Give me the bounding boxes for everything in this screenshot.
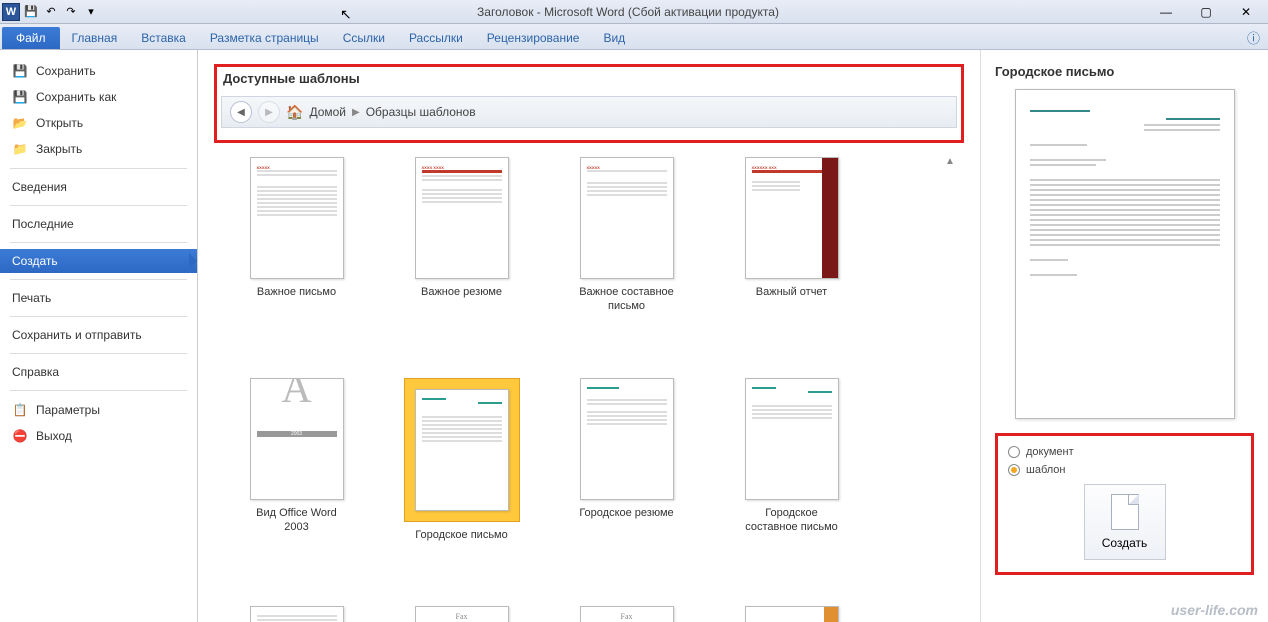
- folder-open-icon: 📂: [12, 115, 28, 131]
- template-item[interactable]: Городское резюме: [574, 378, 679, 542]
- template-preview: [1015, 89, 1235, 419]
- minimize-button[interactable]: —: [1156, 3, 1176, 21]
- radio-icon: [1008, 464, 1020, 476]
- help-icon[interactable]: ⓘ: [1247, 28, 1260, 47]
- sidebar-save-as[interactable]: 💾 Сохранить как: [0, 84, 197, 110]
- sidebar-label: Сведения: [12, 180, 67, 194]
- file-tab[interactable]: Файл: [2, 27, 60, 49]
- radio-label: шаблон: [1026, 464, 1065, 476]
- sidebar-label: Закрыть: [36, 142, 82, 156]
- ribbon-tab-layout[interactable]: Разметка страницы: [198, 27, 331, 49]
- sidebar-save-send[interactable]: Сохранить и отправить: [0, 323, 197, 347]
- save-icon: 💾: [12, 63, 28, 79]
- sidebar-label: Параметры: [36, 403, 100, 417]
- qat-dropdown-icon[interactable]: ▾: [82, 3, 100, 21]
- exit-icon: ⛔: [12, 428, 28, 444]
- sidebar-info[interactable]: Сведения: [0, 175, 197, 199]
- title-bar: W 💾 ↶ ↷ ▾ Заголовок - Microsoft Word (Сб…: [0, 0, 1268, 24]
- close-button[interactable]: ✕: [1236, 3, 1256, 21]
- sidebar-close[interactable]: 📁 Закрыть: [0, 136, 197, 162]
- breadcrumb-home[interactable]: Домой: [309, 105, 346, 119]
- folder-icon: 📁: [12, 141, 28, 157]
- template-label: Городское составное письмо: [739, 506, 844, 535]
- template-label: Важное письмо: [257, 285, 336, 299]
- template-label: Важное составное письмо: [574, 285, 679, 314]
- highlight-annotation: документ шаблон Создать: [995, 433, 1254, 575]
- sidebar-label: Сохранить и отправить: [12, 328, 142, 342]
- template-label: Городское письмо: [415, 528, 508, 542]
- template-item[interactable]: XXXXX Важное письмо: [244, 157, 349, 314]
- watermark: user-life.com: [1171, 602, 1258, 618]
- sidebar-options[interactable]: 📋 Параметры: [0, 397, 197, 423]
- preview-title: Городское письмо: [995, 64, 1254, 79]
- radio-template[interactable]: шаблон: [1008, 464, 1241, 476]
- template-item[interactable]: XXXXXX XXX Важный отчет: [739, 157, 844, 314]
- word-app-icon[interactable]: W: [2, 3, 20, 21]
- template-item[interactable]: [739, 606, 844, 622]
- sidebar-new[interactable]: Создать: [0, 249, 197, 273]
- sidebar-label: Сохранить: [36, 64, 96, 78]
- sidebar-label: Справка: [12, 365, 59, 379]
- options-icon: 📋: [12, 402, 28, 418]
- template-item[interactable]: Fax: [409, 606, 514, 622]
- sidebar-label: Создать: [12, 254, 58, 268]
- sidebar-label: Открыть: [36, 116, 83, 130]
- preview-pane: Городское письмо документ: [980, 50, 1268, 622]
- ribbon-tabs: Файл Главная Вставка Разметка страницы С…: [0, 24, 1268, 50]
- year-badge: 2003: [257, 431, 337, 437]
- create-label: Создать: [1102, 536, 1148, 550]
- sidebar-label: Последние: [12, 217, 74, 231]
- ribbon-tab-mailings[interactable]: Рассылки: [397, 27, 475, 49]
- ribbon-tab-view[interactable]: Вид: [591, 27, 637, 49]
- chevron-right-icon: ▶: [352, 107, 360, 118]
- redo-icon[interactable]: ↷: [62, 3, 80, 21]
- template-item[interactable]: Fax: [574, 606, 679, 622]
- maximize-button[interactable]: ▢: [1196, 3, 1216, 21]
- breadcrumb-current[interactable]: Образцы шаблонов: [366, 105, 476, 119]
- template-item[interactable]: XXXX XXXX Важное резюме: [409, 157, 514, 314]
- quick-access-toolbar: W 💾 ↶ ↷ ▾: [0, 3, 100, 21]
- ribbon-tab-references[interactable]: Ссылки: [331, 27, 397, 49]
- create-button[interactable]: Создать: [1084, 484, 1166, 560]
- undo-icon[interactable]: ↶: [42, 3, 60, 21]
- radio-icon: [1008, 446, 1020, 458]
- save-as-icon: 💾: [12, 89, 28, 105]
- template-label: Важный отчет: [756, 285, 827, 299]
- sidebar-print[interactable]: Печать: [0, 286, 197, 310]
- backstage-sidebar: 💾 Сохранить 💾 Сохранить как 📂 Открыть 📁 Закр…: [0, 50, 198, 622]
- sidebar-recent[interactable]: Последние: [0, 212, 197, 236]
- template-item-selected[interactable]: Городское письмо: [409, 378, 514, 542]
- save-icon[interactable]: 💾: [22, 3, 40, 21]
- scroll-up-icon[interactable]: ▲: [942, 153, 958, 169]
- template-item[interactable]: Городское составное письмо: [739, 378, 844, 542]
- template-label: Городское резюме: [579, 506, 673, 520]
- template-label: Важное резюме: [421, 285, 502, 299]
- home-icon[interactable]: 🏠: [286, 104, 303, 121]
- document-icon: [1111, 494, 1139, 530]
- template-item[interactable]: XXXXX Важное составное письмо: [574, 157, 679, 314]
- nav-forward-button[interactable]: ▶: [258, 101, 280, 123]
- sidebar-label: Печать: [12, 291, 51, 305]
- templates-panel: Доступные шаблоны ◀ ▶ 🏠 Домой ▶ Образцы …: [198, 50, 980, 622]
- window-title: Заголовок - Microsoft Word (Сбой активац…: [100, 5, 1156, 19]
- ribbon-tab-review[interactable]: Рецензирование: [475, 27, 592, 49]
- sidebar-save[interactable]: 💾 Сохранить: [0, 58, 197, 84]
- template-item[interactable]: [244, 606, 349, 622]
- template-item[interactable]: A2003 Вид Office Word 2003: [244, 378, 349, 542]
- template-grid: XXXXX Важное письмо XXXX XXXX Важное рез…: [214, 149, 964, 622]
- nav-back-button[interactable]: ◀: [230, 101, 252, 123]
- radio-label: документ: [1026, 446, 1074, 458]
- sidebar-help[interactable]: Справка: [0, 360, 197, 384]
- sidebar-open[interactable]: 📂 Открыть: [0, 110, 197, 136]
- sidebar-exit[interactable]: ⛔ Выход: [0, 423, 197, 449]
- template-label: Вид Office Word 2003: [244, 506, 349, 535]
- sidebar-label: Выход: [36, 429, 72, 443]
- ribbon-tab-insert[interactable]: Вставка: [129, 27, 198, 49]
- breadcrumb-bar: ◀ ▶ 🏠 Домой ▶ Образцы шаблонов: [221, 96, 957, 128]
- highlight-annotation: Доступные шаблоны ◀ ▶ 🏠 Домой ▶ Образцы …: [214, 64, 964, 143]
- sidebar-label: Сохранить как: [36, 90, 116, 104]
- radio-document[interactable]: документ: [1008, 446, 1241, 458]
- ribbon-tab-home[interactable]: Главная: [60, 27, 130, 49]
- section-title: Доступные шаблоны: [217, 67, 961, 96]
